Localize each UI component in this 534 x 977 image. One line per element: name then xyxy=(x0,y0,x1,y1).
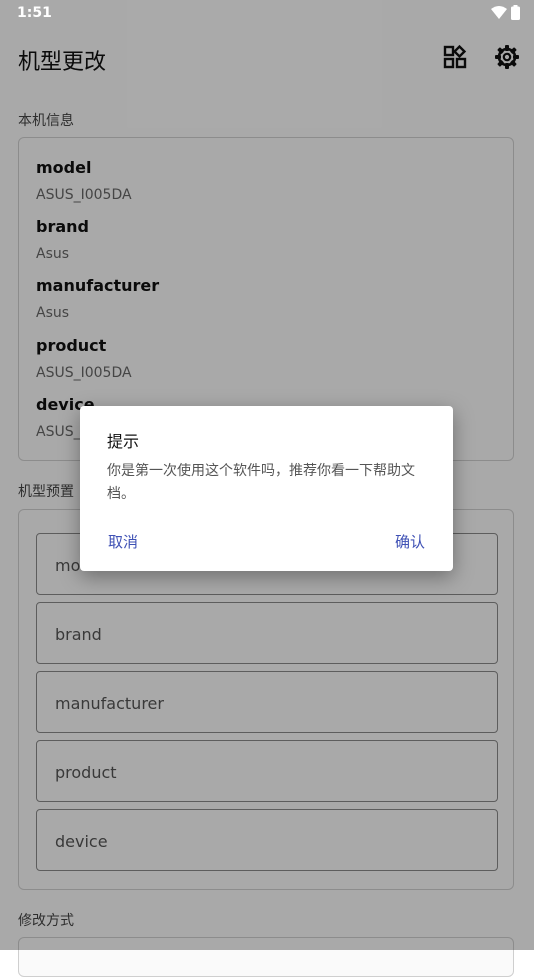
hint-dialog: 提示 你是第一次使用这个软件吗，推荐你看一下帮助文档。 取消 确认 xyxy=(80,406,453,571)
battery-icon xyxy=(511,5,520,24)
status-time-overlay: 1:51 xyxy=(17,5,52,21)
app-screen: 1:51 机型更改 本机信息 model ASUS_I005DA brand A… xyxy=(0,0,534,977)
dialog-title: 提示 xyxy=(107,432,140,451)
dialog-message: 你是第一次使用这个软件吗，推荐你看一下帮助文档。 xyxy=(107,463,415,502)
status-icons-overlay xyxy=(491,5,520,24)
status-bar-overlay: 1:51 xyxy=(0,0,534,28)
wifi-icon xyxy=(491,5,507,24)
confirm-button[interactable]: 确认 xyxy=(395,531,425,552)
cancel-button[interactable]: 取消 xyxy=(108,531,138,552)
